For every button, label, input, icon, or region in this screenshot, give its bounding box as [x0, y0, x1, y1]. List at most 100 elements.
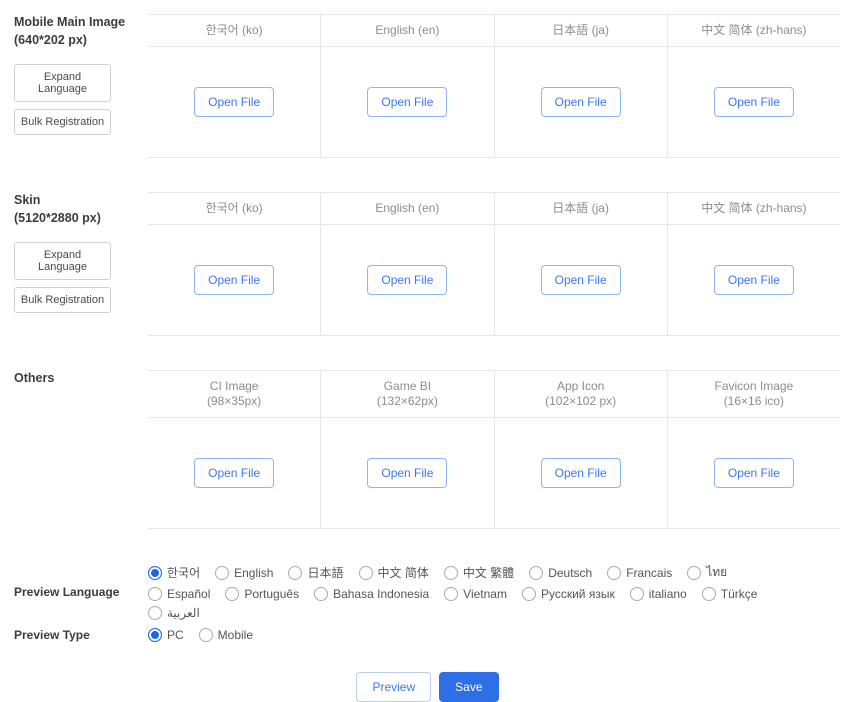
radio-icon	[687, 566, 701, 580]
section-mobile-main-image-left: Mobile Main Image (640*202 px) Expand La…	[0, 14, 148, 135]
radio-icon	[314, 587, 328, 601]
preview-type-radio-group: PC Mobile	[148, 628, 788, 642]
open-file-button[interactable]: Open File	[714, 87, 794, 117]
open-file-button[interactable]: Open File	[194, 458, 274, 488]
image-settings-page: Mobile Main Image (640*202 px) Expand La…	[0, 0, 855, 702]
open-file-button[interactable]: Open File	[714, 265, 794, 295]
column-header-app-icon: App Icon (102×102 px)	[494, 371, 667, 417]
radio-option-indonesian[interactable]: Bahasa Indonesia	[314, 587, 429, 601]
preview-language-radio-group: 한국어 English 日本語 中文 简体 中文 繁體 Deutsch Fran…	[148, 563, 788, 620]
section-title: Mobile Main Image	[14, 14, 148, 32]
radio-option-portuguese[interactable]: Português	[225, 587, 299, 601]
open-file-button[interactable]: Open File	[194, 87, 274, 117]
radio-option-vietnamese[interactable]: Vietnam	[444, 587, 507, 601]
radio-icon	[522, 587, 536, 601]
upload-cell-ja: Open File	[494, 47, 667, 157]
radio-option-english[interactable]: English	[215, 563, 273, 582]
language-table-body: Open File Open File Open File Open File	[148, 47, 840, 158]
radio-icon	[702, 587, 716, 601]
radio-option-chinese-traditional[interactable]: 中文 繁體	[444, 563, 514, 582]
upload-cell-ko: Open File	[148, 47, 320, 157]
preview-language-label: Preview Language	[0, 585, 148, 599]
open-file-button[interactable]: Open File	[194, 265, 274, 295]
open-file-button[interactable]: Open File	[714, 458, 794, 488]
open-file-button[interactable]: Open File	[367, 265, 447, 295]
radio-option-french[interactable]: Francais	[607, 563, 672, 582]
language-table-header: 한국어 (ko) English (en) 日本語 (ja) 中文 简体 (zh…	[148, 14, 840, 47]
radio-option-korean[interactable]: 한국어	[148, 563, 200, 582]
radio-icon	[288, 566, 302, 580]
column-header-en: English (en)	[320, 15, 493, 46]
open-file-button[interactable]: Open File	[541, 87, 621, 117]
section-title: Others	[14, 370, 148, 388]
column-header-zh-hans: 中文 简体 (zh-hans)	[667, 193, 840, 224]
open-file-button[interactable]: Open File	[541, 458, 621, 488]
radio-option-spanish[interactable]: Español	[148, 587, 210, 601]
column-size: (132×62px)	[323, 394, 491, 409]
radio-icon	[444, 587, 458, 601]
section-size: (5120*2880 px)	[14, 210, 148, 228]
upload-cell-app-icon: Open File	[494, 418, 667, 528]
upload-cell-en: Open File	[320, 47, 493, 157]
radio-icon	[148, 587, 162, 601]
radio-option-japanese[interactable]: 日本語	[288, 563, 343, 582]
radio-icon	[607, 566, 621, 580]
column-header-game-bi: Game BI (132×62px)	[320, 371, 493, 417]
radio-option-italian[interactable]: italiano	[630, 587, 687, 601]
upload-cell-ko: Open File	[148, 225, 320, 335]
open-file-button[interactable]: Open File	[367, 87, 447, 117]
section-mobile-main-image: Mobile Main Image (640*202 px) Expand La…	[0, 14, 855, 158]
preview-type-row: Preview Type PC Mobile	[0, 628, 855, 642]
column-header-ko: 한국어 (ko)	[148, 193, 320, 224]
preview-button[interactable]: Preview	[356, 672, 431, 702]
radio-option-arabic[interactable]: العربية	[148, 606, 200, 620]
bulk-registration-button[interactable]: Bulk Registration	[14, 287, 111, 313]
bulk-registration-button[interactable]: Bulk Registration	[14, 109, 111, 135]
radio-option-chinese-simplified[interactable]: 中文 简体	[359, 563, 429, 582]
open-file-button[interactable]: Open File	[367, 458, 447, 488]
others-table: CI Image (98×35px) Game BI (132×62px) Ap…	[148, 370, 840, 529]
radio-option-mobile[interactable]: Mobile	[199, 628, 253, 642]
radio-option-thai[interactable]: ไทย	[687, 563, 727, 582]
radio-option-pc[interactable]: PC	[148, 628, 184, 642]
save-button[interactable]: Save	[439, 672, 498, 702]
radio-icon	[215, 566, 229, 580]
column-header-favicon-image: Favicon Image (16×16 ico)	[667, 371, 840, 417]
radio-icon	[148, 606, 162, 620]
radio-icon	[225, 587, 239, 601]
expand-language-button[interactable]: Expand Language	[14, 242, 111, 280]
upload-cell-favicon-image: Open File	[667, 418, 840, 528]
column-size: (102×102 px)	[497, 394, 665, 409]
section-size: (640*202 px)	[14, 32, 148, 50]
preview-language-row: Preview Language 한국어 English 日本語 中文 简体 中…	[0, 563, 855, 620]
radio-icon	[148, 566, 162, 580]
column-header-ja: 日本語 (ja)	[494, 193, 667, 224]
column-title: Favicon Image	[670, 379, 838, 394]
upload-cell-game-bi: Open File	[320, 418, 493, 528]
column-title: CI Image	[150, 379, 318, 394]
expand-language-button[interactable]: Expand Language	[14, 64, 111, 102]
radio-icon	[630, 587, 644, 601]
section-others: Others CI Image (98×35px) Game BI (132×6…	[0, 370, 855, 529]
radio-icon	[359, 566, 373, 580]
language-table: 한국어 (ko) English (en) 日本語 (ja) 中文 简体 (zh…	[148, 14, 840, 158]
preview-type-label: Preview Type	[0, 628, 148, 642]
upload-cell-zh-hans: Open File	[667, 47, 840, 157]
language-table-body: Open File Open File Open File Open File	[148, 225, 840, 336]
radio-icon	[199, 628, 213, 642]
radio-option-russian[interactable]: Русский язык	[522, 587, 615, 601]
upload-cell-en: Open File	[320, 225, 493, 335]
section-others-left: Others	[0, 370, 148, 388]
radio-icon	[529, 566, 543, 580]
radio-option-turkish[interactable]: Türkçe	[702, 587, 758, 601]
column-title: App Icon	[497, 379, 665, 394]
open-file-button[interactable]: Open File	[541, 265, 621, 295]
others-table-header: CI Image (98×35px) Game BI (132×62px) Ap…	[148, 370, 840, 418]
upload-cell-zh-hans: Open File	[667, 225, 840, 335]
column-size: (98×35px)	[150, 394, 318, 409]
section-title: Skin	[14, 192, 148, 210]
footer-actions: Preview Save	[0, 672, 855, 702]
radio-option-german[interactable]: Deutsch	[529, 563, 592, 582]
language-table-header: 한국어 (ko) English (en) 日本語 (ja) 中文 简体 (zh…	[148, 192, 840, 225]
column-header-ci-image: CI Image (98×35px)	[148, 371, 320, 417]
